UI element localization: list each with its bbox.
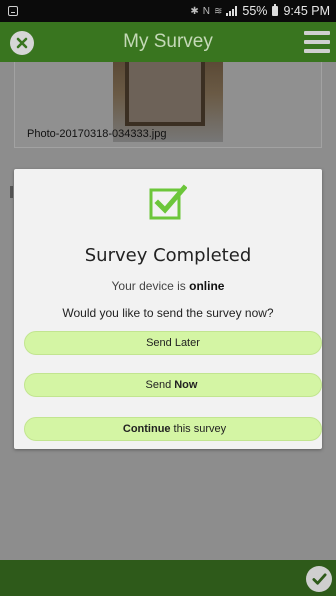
signal-icon	[226, 6, 238, 16]
send-now-button[interactable]: Send Now	[24, 373, 322, 397]
survey-check-icon	[149, 184, 187, 220]
battery-icon	[272, 4, 279, 16]
nfc-icon: N	[202, 5, 210, 17]
notification-icon	[8, 6, 18, 16]
bluetooth-icon: ✱	[190, 5, 198, 17]
hamburger-icon	[304, 31, 330, 35]
close-button[interactable]	[10, 31, 34, 55]
page-title: My Survey	[123, 31, 213, 52]
photo-caption: Photo-20170318-034333.jpg	[27, 128, 167, 140]
checkmark-icon	[311, 572, 327, 585]
photo-card[interactable]: Photo-20170318-034333.jpg	[14, 62, 322, 148]
wifi-icon: ≋	[214, 5, 222, 17]
dialog-title: Survey Completed	[84, 245, 252, 266]
field-marker	[10, 186, 13, 198]
connection-status: Your device is online	[111, 279, 225, 293]
survey-completed-dialog: Survey Completed Your device is online W…	[14, 169, 322, 449]
send-later-button[interactable]: Send Later	[24, 331, 322, 355]
menu-button[interactable]	[304, 31, 330, 53]
clock: 9:45 PM	[283, 4, 330, 18]
footer-bar	[0, 560, 336, 596]
dialog-question: Would you like to send the survey now?	[62, 306, 274, 320]
battery-percent: 55%	[242, 4, 268, 18]
continue-survey-button[interactable]: Continue this survey	[24, 417, 322, 441]
online-status: online	[189, 279, 225, 293]
close-icon	[16, 37, 28, 49]
submit-button[interactable]	[306, 566, 332, 592]
app-header: My Survey	[0, 22, 336, 62]
status-bar: ✱ N ≋ 55% 9:45 PM	[0, 0, 336, 22]
